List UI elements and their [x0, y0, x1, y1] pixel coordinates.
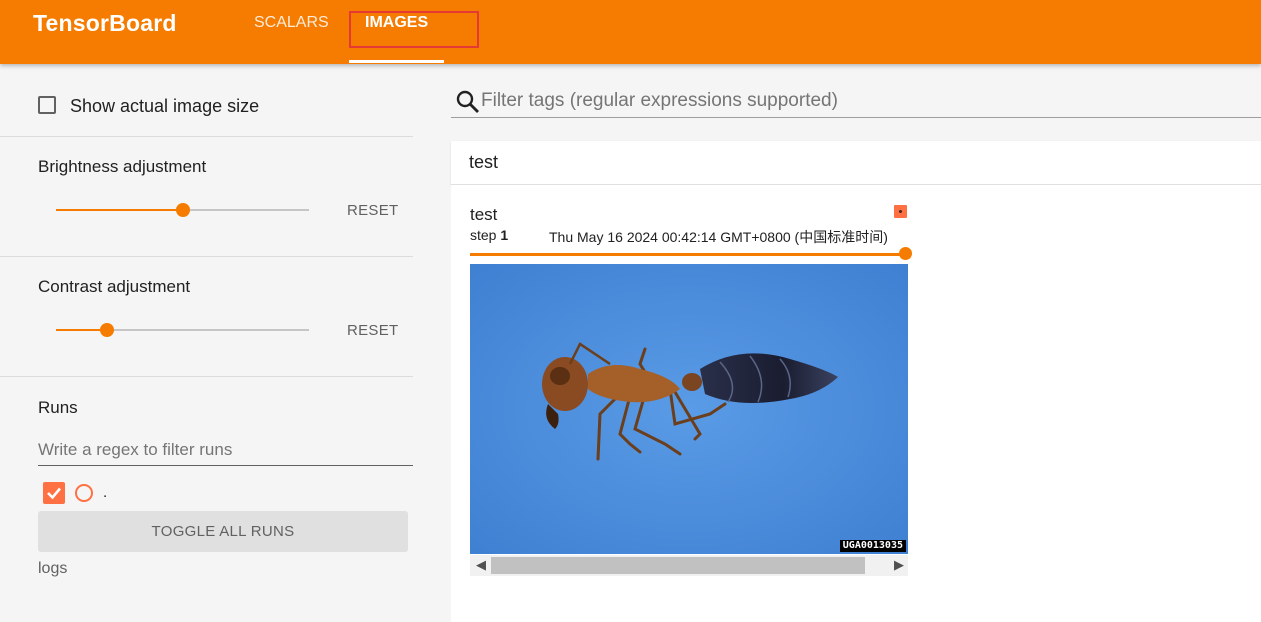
horizontal-scrollbar[interactable]: ◀ ▶: [470, 555, 908, 576]
brightness-label: Brightness adjustment: [38, 157, 207, 176]
divider: [0, 136, 413, 137]
step-text: step: [470, 227, 497, 243]
toggle-all-runs-button[interactable]: TOGGLE ALL RUNS: [38, 511, 408, 552]
tag-group-header[interactable]: test: [451, 141, 1261, 185]
log-directory: logs: [38, 560, 68, 577]
step-slider-knob[interactable]: [899, 247, 912, 260]
brightness-slider-knob[interactable]: [176, 203, 190, 217]
tab-highlight-box: [349, 11, 479, 48]
runs-title: Runs: [38, 398, 78, 417]
image-timestamp: Thu May 16 2024 00:42:14 GMT+0800 (中国标准时…: [549, 229, 888, 245]
show-actual-size-label: Show actual image size: [70, 96, 260, 116]
run-color-circle[interactable]: [75, 484, 93, 502]
app-title: TensorBoard: [33, 10, 177, 36]
check-icon: [47, 487, 61, 500]
step-value: 1: [500, 227, 509, 243]
filter-underline: [451, 117, 1261, 118]
divider: [0, 376, 413, 377]
show-actual-size-checkbox[interactable]: [38, 96, 56, 114]
tab-scalars[interactable]: SCALARS: [254, 14, 329, 32]
tag-group-title: test: [469, 152, 499, 172]
brightness-reset-button[interactable]: RESET: [347, 202, 399, 219]
scrollbar-thumb[interactable]: [491, 557, 865, 574]
run-name: .: [103, 484, 108, 501]
run-color-chip: [894, 205, 907, 218]
image-watermark: UGA0013035: [839, 540, 906, 552]
top-app-bar: TensorBoard SCALARS IMAGES: [0, 0, 1261, 64]
runs-filter-input[interactable]: Write a regex to filter runs: [38, 429, 413, 466]
main-panel: Filter tags (regular expressions support…: [451, 64, 1261, 622]
scroll-right-arrow-icon[interactable]: ▶: [894, 558, 904, 572]
search-icon: [456, 90, 479, 113]
active-tab-indicator: [349, 60, 444, 63]
image-tag-title: test: [470, 205, 498, 224]
scroll-left-arrow-icon[interactable]: ◀: [476, 558, 486, 572]
contrast-slider-knob[interactable]: [100, 323, 114, 337]
image-display: UGA0013035: [470, 264, 908, 554]
contrast-reset-button[interactable]: RESET: [347, 322, 399, 339]
step-slider-track[interactable]: [470, 253, 904, 256]
brightness-slider-fill: [56, 209, 183, 211]
step-label: step 1: [470, 227, 508, 243]
run-checkbox[interactable]: [43, 482, 65, 504]
divider: [0, 256, 413, 257]
image-card: test step 1 Thu May 16 2024 00:42:14 GMT…: [451, 185, 1261, 622]
tag-filter-input[interactable]: Filter tags (regular expressions support…: [481, 90, 838, 112]
sidebar: Show actual image size Brightness adjust…: [0, 64, 413, 622]
ant-image: [470, 264, 908, 554]
contrast-label: Contrast adjustment: [38, 277, 191, 296]
